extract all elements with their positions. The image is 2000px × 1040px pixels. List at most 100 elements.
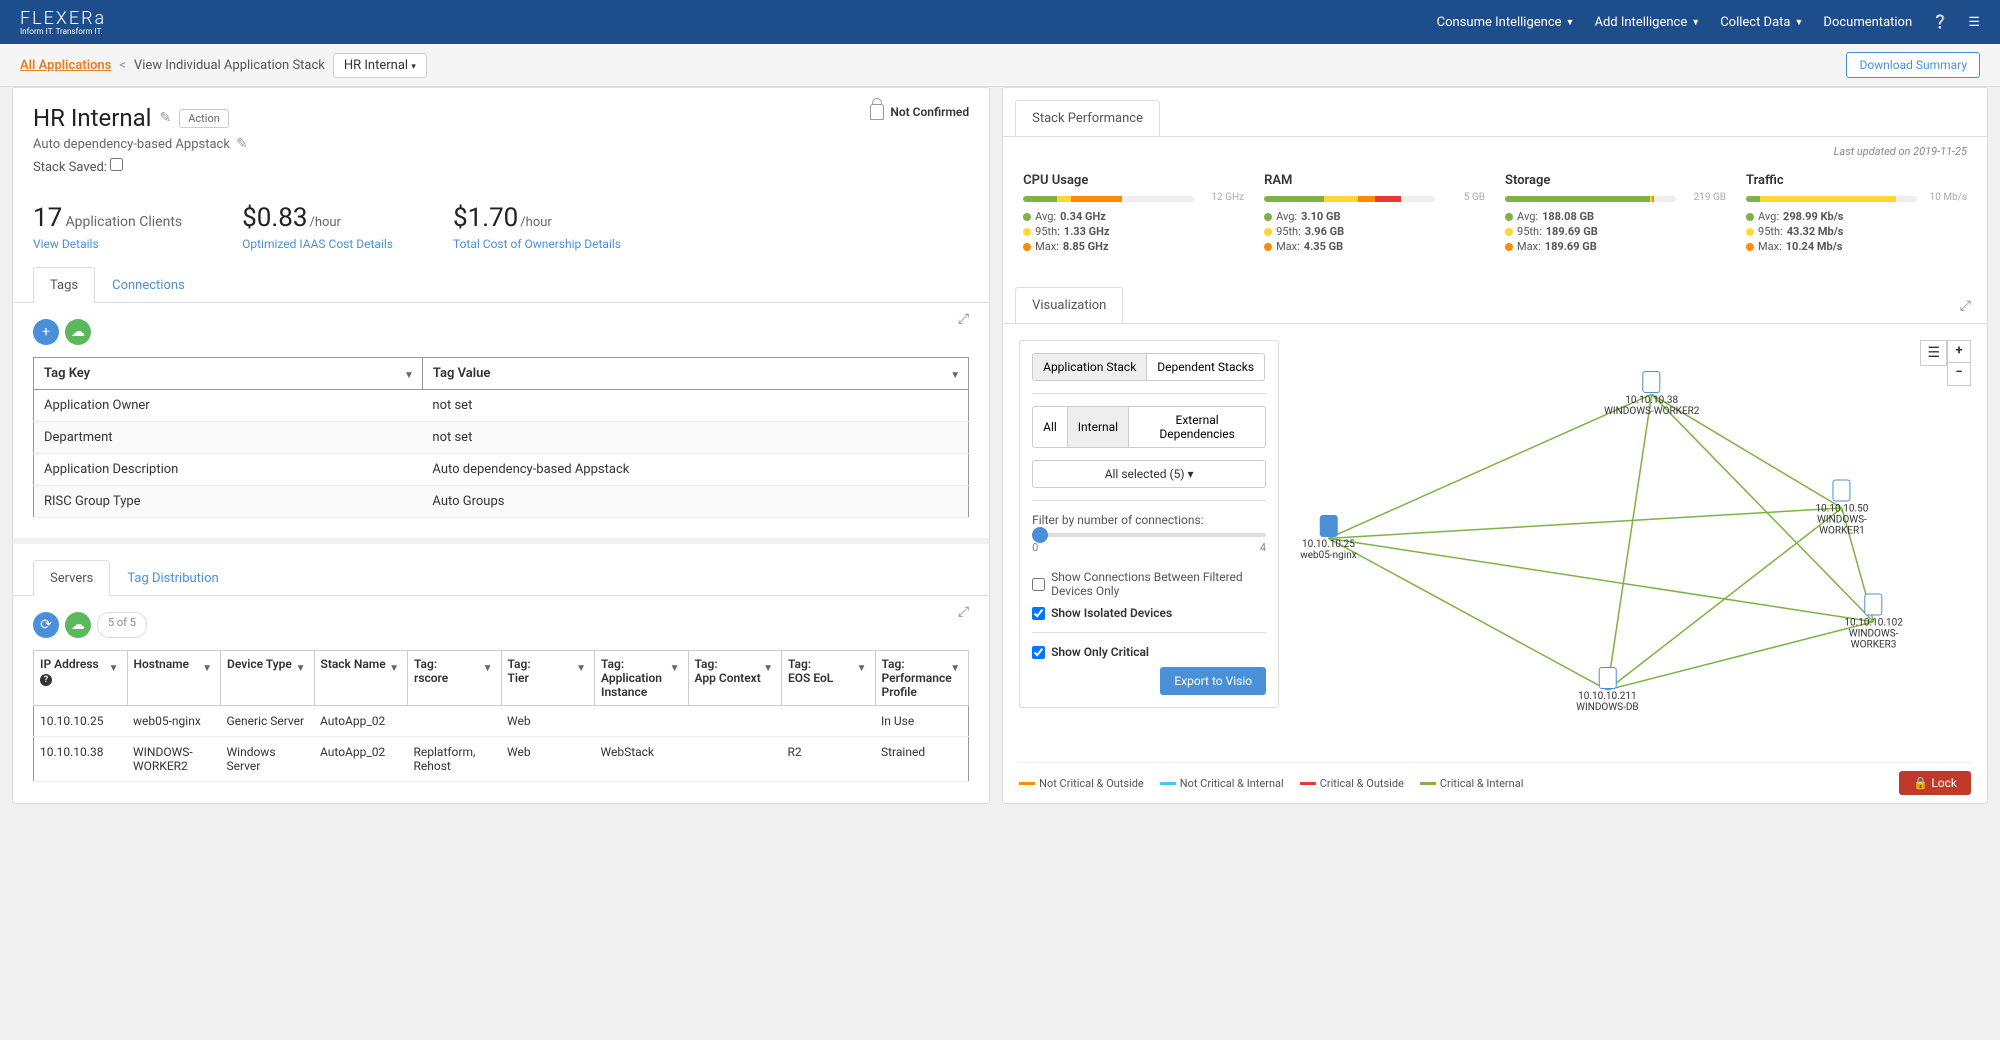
caret-down-icon: ▼ bbox=[1795, 17, 1804, 28]
download-summary-button[interactable]: Download Summary bbox=[1846, 52, 1980, 78]
th-col[interactable]: Tag:Tier▼ bbox=[501, 651, 595, 706]
tab-tags[interactable]: Tags bbox=[33, 267, 95, 303]
stack-saved-row: Stack Saved: bbox=[33, 158, 969, 175]
btn-internal[interactable]: Internal bbox=[1068, 406, 1129, 448]
topology-graph[interactable]: 10.10.10.25web05-nginx 10.10.10.38WINDOWS… bbox=[1303, 364, 1937, 743]
perf-block: Storage 219 GB Avg: 188.08 GB 95th: 189.… bbox=[1505, 173, 1726, 255]
btn-external[interactable]: External Dependencies bbox=[1129, 406, 1266, 448]
connections-slider[interactable]: 04 bbox=[1032, 533, 1266, 554]
perf-block: CPU Usage 12 GHz Avg: 0.34 GHz 95th: 1.3… bbox=[1023, 173, 1244, 255]
metric-clients: 17 Application Clients View Details bbox=[33, 203, 182, 251]
graph-node[interactable]: 10.10.10.38WINDOWS-WORKER2 bbox=[1604, 371, 1699, 417]
btn-all[interactable]: All bbox=[1032, 406, 1068, 448]
add-tag-button[interactable]: + bbox=[33, 319, 59, 345]
refresh-servers-button[interactable]: ⟳ bbox=[33, 612, 59, 638]
table-row[interactable]: RISC Group TypeAuto Groups bbox=[34, 486, 969, 518]
viz-legend: Not Critical & Outside Not Critical & In… bbox=[1019, 762, 1971, 795]
th-col[interactable]: Stack Name▼ bbox=[314, 651, 408, 706]
table-row[interactable]: 10.10.10.25web05-nginxGeneric ServerAuto… bbox=[34, 706, 969, 737]
node-select-dropdown[interactable]: All selected (5) ▾ bbox=[1032, 460, 1266, 488]
view-details-link[interactable]: View Details bbox=[33, 237, 182, 251]
th-col[interactable]: Tag:rscore▼ bbox=[408, 651, 502, 706]
logo-tagline: Inform IT. Transform IT. bbox=[20, 27, 106, 36]
download-tags-button[interactable]: ☁ bbox=[65, 319, 91, 345]
export-visio-button[interactable]: Export to Visio bbox=[1160, 667, 1266, 695]
zoom-in-button[interactable]: + bbox=[1948, 341, 1970, 363]
table-row[interactable]: Application Ownernot set bbox=[34, 390, 969, 422]
zoom-controls: + − bbox=[1947, 340, 1971, 386]
viz-menu-icon[interactable]: ☰ bbox=[1920, 340, 1947, 366]
th-col[interactable]: Tag:Application Instance▼ bbox=[595, 651, 689, 706]
expand-icon[interactable]: ⤢ bbox=[1960, 298, 1971, 314]
graph-node[interactable]: 10.10.10.25web05-nginx bbox=[1300, 515, 1357, 561]
confirmation-status: Not Confirmed bbox=[870, 104, 969, 120]
table-row[interactable]: 10.10.10.38WINDOWS-WORKER2Windows Server… bbox=[34, 737, 969, 782]
iaas-cost-link[interactable]: Optimized IAAS Cost Details bbox=[242, 237, 393, 251]
tag-table: Tag Key▼ Tag Value▼ Application Ownernot… bbox=[33, 357, 969, 518]
server-table: IP Address?▼Hostname▼Device Type▼Stack N… bbox=[33, 650, 969, 782]
th-tag-key[interactable]: Tag Key▼ bbox=[34, 358, 423, 390]
metric-tco: $1.70/hour Total Cost of Ownership Detai… bbox=[453, 203, 621, 251]
nav-docs[interactable]: Documentation bbox=[1823, 15, 1912, 30]
logo-text: FLEXERa bbox=[20, 8, 106, 29]
perf-block: RAM 5 GB Avg: 3.10 GB 95th: 3.96 GB Max:… bbox=[1264, 173, 1485, 255]
cb-critical-only[interactable]: Show Only Critical bbox=[1032, 645, 1266, 659]
tabs-tags: Tags Connections bbox=[13, 267, 989, 303]
action-button[interactable]: Action bbox=[179, 109, 229, 128]
page-title: HR Internal bbox=[33, 104, 152, 132]
table-row[interactable]: Departmentnot set bbox=[34, 422, 969, 454]
download-servers-button[interactable]: ☁ bbox=[65, 612, 91, 638]
perf-block: Traffic 10 Mb/s Avg: 298.99 Kb/s 95th: 4… bbox=[1746, 173, 1967, 255]
left-panel: Not Confirmed HR Internal ✎ Action Auto … bbox=[12, 87, 990, 804]
cb-isolated[interactable]: Show Isolated Devices bbox=[1032, 606, 1266, 620]
sort-icon: ▼ bbox=[404, 370, 414, 381]
nav-collect[interactable]: Collect Data▼ bbox=[1720, 15, 1803, 30]
zoom-out-button[interactable]: − bbox=[1948, 363, 1970, 385]
expand-icon[interactable]: ⤢ bbox=[958, 604, 969, 620]
btn-dependent-stacks[interactable]: Dependent Stacks bbox=[1147, 353, 1265, 381]
right-panel: Stack Performance Last updated on 2019-1… bbox=[1002, 87, 1988, 804]
tab-connections[interactable]: Connections bbox=[95, 267, 202, 303]
stack-saved-checkbox[interactable] bbox=[110, 158, 123, 171]
hamburger-icon[interactable]: ☰ bbox=[1968, 15, 1980, 30]
subtitle: Auto dependency-based Appstack ✎ bbox=[33, 136, 969, 152]
th-col[interactable]: IP Address?▼ bbox=[34, 651, 128, 706]
table-row[interactable]: Application DescriptionAuto dependency-b… bbox=[34, 454, 969, 486]
metric-cost: $0.83/hour Optimized IAAS Cost Details bbox=[242, 203, 393, 251]
edit-subtitle-icon[interactable]: ✎ bbox=[236, 136, 248, 152]
th-tag-value[interactable]: Tag Value▼ bbox=[422, 358, 968, 390]
nav-right: Consume Intelligence▼ Add Intelligence▼ … bbox=[1437, 15, 1980, 30]
caret-down-icon: ▼ bbox=[1691, 17, 1700, 28]
lock-icon bbox=[870, 104, 884, 120]
nav-add[interactable]: Add Intelligence▼ bbox=[1594, 15, 1700, 30]
tab-tag-distribution[interactable]: Tag Distribution bbox=[110, 560, 235, 596]
help-icon[interactable]: ❔ bbox=[1932, 15, 1948, 30]
tab-visualization[interactable]: Visualization bbox=[1015, 287, 1123, 323]
lock-button[interactable]: 🔒 Lock bbox=[1899, 771, 1971, 795]
top-navbar: FLEXERa Inform IT. Transform IT. Consume… bbox=[0, 0, 2000, 44]
scope-toggle-group: All Internal External Dependencies bbox=[1032, 406, 1266, 448]
graph-node[interactable]: 10.10.10.102WINDOWS-WORKER3 bbox=[1842, 593, 1905, 650]
graph-node[interactable]: 10.10.10.211WINDOWS-DB bbox=[1576, 667, 1639, 713]
caret-down-icon: ▼ bbox=[1566, 17, 1575, 28]
sort-icon: ▼ bbox=[950, 370, 960, 381]
graph-node[interactable]: 10.10.10.50WINDOWS-WORKER1 bbox=[1794, 480, 1889, 537]
tab-servers[interactable]: Servers bbox=[33, 560, 110, 596]
th-col[interactable]: Tag:App Context▼ bbox=[688, 651, 782, 706]
btn-app-stack[interactable]: Application Stack bbox=[1032, 353, 1147, 381]
th-col[interactable]: Hostname▼ bbox=[127, 651, 221, 706]
nav-consume[interactable]: Consume Intelligence▼ bbox=[1437, 15, 1575, 30]
th-col[interactable]: Tag:Performance Profile▼ bbox=[875, 651, 969, 706]
tabs-servers: Servers Tag Distribution bbox=[13, 560, 989, 596]
stack-toggle-group: Application Stack Dependent Stacks bbox=[1032, 353, 1266, 381]
logo-block: FLEXERa Inform IT. Transform IT. bbox=[20, 8, 106, 36]
tco-link[interactable]: Total Cost of Ownership Details bbox=[453, 237, 621, 251]
edit-title-icon[interactable]: ✎ bbox=[160, 110, 172, 126]
breadcrumb-root[interactable]: All Applications bbox=[20, 58, 111, 73]
th-col[interactable]: Tag:EOS EoL▼ bbox=[782, 651, 876, 706]
breadcrumb-dropdown[interactable]: HR Internal ▾ bbox=[333, 53, 427, 78]
cb-filtered-only[interactable]: Show Connections Between Filtered Device… bbox=[1032, 570, 1266, 598]
th-col[interactable]: Device Type▼ bbox=[221, 651, 315, 706]
tab-stack-performance[interactable]: Stack Performance bbox=[1015, 100, 1160, 136]
expand-icon[interactable]: ⤢ bbox=[958, 311, 969, 327]
